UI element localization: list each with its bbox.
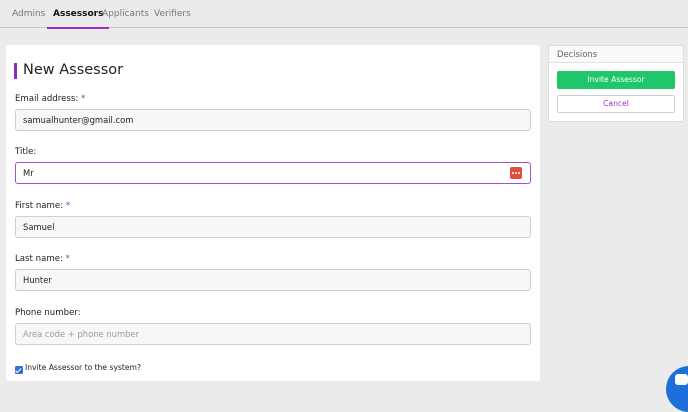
chat-icon xyxy=(675,374,688,385)
last-name-label-text: Last name: xyxy=(15,254,63,264)
invite-assessor-button[interactable]: Invite Assessor xyxy=(557,71,675,89)
chat-widget-button[interactable] xyxy=(666,366,688,412)
first-name-label-text: First name: xyxy=(15,201,64,211)
tab-applicants[interactable]: Applicants xyxy=(102,0,149,28)
new-assessor-form: New Assessor Email address: * samualhunt… xyxy=(6,45,540,381)
cancel-button[interactable]: Cancel xyxy=(557,95,675,113)
tab-verifiers[interactable]: Verifiers xyxy=(154,0,191,28)
first-name-field[interactable]: Samuel xyxy=(15,216,531,238)
email-value: samualhunter@gmail.com xyxy=(23,115,134,125)
decisions-title: Decisions xyxy=(557,49,598,59)
required-marker: * xyxy=(65,201,71,211)
invite-checkbox[interactable] xyxy=(15,366,23,374)
phone-label: Phone number: xyxy=(15,308,81,318)
decisions-header: Decisions xyxy=(549,46,683,63)
first-name-value: Samuel xyxy=(23,222,55,232)
required-marker: * xyxy=(65,254,70,264)
email-label-text: Email address: xyxy=(15,94,79,104)
last-name-field[interactable]: Hunter xyxy=(15,269,531,291)
tab-admins[interactable]: Admins xyxy=(12,0,45,28)
invite-checkbox-label[interactable]: Invite Assessor to the system? xyxy=(25,363,141,372)
page-title: New Assessor xyxy=(23,62,124,78)
title-field[interactable]: Mr xyxy=(15,162,531,184)
tab-bar: Admins Assessors Applicants Verifiers xyxy=(0,0,688,29)
dots-icon[interactable] xyxy=(510,167,522,179)
email-label: Email address: * xyxy=(15,94,85,104)
last-name-value: Hunter xyxy=(23,275,52,285)
last-name-label: Last name: * xyxy=(15,254,70,264)
decisions-panel: Decisions Invite Assessor Cancel xyxy=(548,45,684,122)
heading-accent-bar xyxy=(14,63,17,79)
title-value: Mr xyxy=(23,168,34,178)
phone-field[interactable]: Area code + phone number xyxy=(15,323,531,345)
first-name-label: First name: * xyxy=(15,201,70,211)
email-field[interactable]: samualhunter@gmail.com xyxy=(15,109,531,131)
tab-assessors[interactable]: Assessors xyxy=(46,0,111,29)
title-label: Title: xyxy=(15,147,37,157)
phone-placeholder: Area code + phone number xyxy=(23,329,140,339)
required-marker: * xyxy=(80,94,86,104)
